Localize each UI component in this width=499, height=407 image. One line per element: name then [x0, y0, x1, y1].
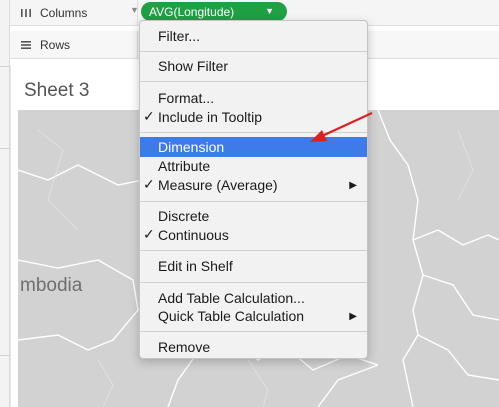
menu-item-label: Format... — [158, 90, 215, 106]
check-icon: ✓ — [143, 176, 155, 192]
columns-label: Columns — [40, 5, 88, 20]
menu-separator — [140, 132, 367, 133]
menu-item-discrete[interactable]: Discrete — [140, 206, 367, 226]
menu-separator — [140, 282, 367, 283]
menu-separator — [140, 51, 367, 52]
check-icon: ✓ — [143, 226, 155, 242]
menu-item-label: Add Table Calculation... — [158, 290, 305, 306]
menu-item-filter[interactable]: Filter... — [140, 26, 367, 46]
menu-item-format[interactable]: Format... — [140, 88, 367, 108]
rows-icon — [18, 40, 34, 50]
rows-label: Rows — [40, 37, 71, 52]
menu-item-edit-in-shelf[interactable]: Edit in Shelf — [140, 256, 367, 276]
sheet-title: Sheet 3 — [24, 80, 90, 101]
submenu-arrow-icon: ▶ — [349, 311, 357, 322]
shelf-divider — [137, 0, 138, 25]
menu-item-attribute[interactable]: Attribute — [140, 156, 367, 176]
menu-item-label: Edit in Shelf — [158, 258, 233, 274]
pill-dropdown-icon[interactable]: ▼ — [265, 6, 274, 16]
left-panel-divider — [0, 66, 10, 67]
menu-item-label: Measure (Average) — [158, 177, 278, 193]
menu-item-include-in-tooltip[interactable]: ✓ Include in Tooltip — [140, 107, 367, 127]
menu-item-quick-table-calculation[interactable]: Quick Table Calculation ▶ — [140, 306, 367, 326]
menu-item-continuous[interactable]: ✓ Continuous — [140, 225, 367, 245]
pill-label: AVG(Longitude) — [149, 4, 235, 19]
menu-item-label: Quick Table Calculation — [158, 308, 305, 324]
left-panel-divider — [0, 148, 10, 149]
shelf-divider — [137, 31, 138, 58]
menu-item-label: Show Filter — [158, 58, 229, 74]
left-panel-divider — [0, 355, 10, 356]
submenu-arrow-icon: ▶ — [349, 180, 357, 191]
columns-icon — [18, 8, 34, 18]
menu-item-show-filter[interactable]: Show Filter — [140, 56, 367, 76]
menu-item-label: Dimension — [158, 139, 225, 155]
menu-item-label: Filter... — [158, 28, 201, 44]
menu-item-dimension[interactable]: Dimension — [140, 137, 367, 157]
menu-separator — [140, 201, 367, 202]
menu-item-label: Discrete — [158, 208, 210, 224]
pill-context-menu: Filter... Show Filter Format... ✓ Includ… — [139, 20, 368, 359]
avg-longitude-pill[interactable]: AVG(Longitude) ▼ — [141, 2, 287, 21]
menu-separator — [140, 250, 367, 251]
columns-shelf-label: Columns — [18, 0, 87, 25]
menu-item-label: Include in Tooltip — [158, 109, 263, 125]
menu-item-label: Attribute — [158, 158, 211, 174]
menu-item-remove[interactable]: Remove — [140, 337, 367, 357]
check-icon: ✓ — [143, 108, 155, 124]
menu-item-label: Continuous — [158, 227, 229, 243]
menu-item-measure-average[interactable]: ✓ Measure (Average) ▶ — [140, 175, 367, 195]
menu-item-label: Remove — [158, 339, 211, 355]
rows-shelf-label: Rows — [18, 31, 70, 58]
menu-item-add-table-calculation[interactable]: Add Table Calculation... — [140, 288, 367, 308]
map-country-label: mbodia — [20, 275, 83, 296]
menu-separator — [140, 81, 367, 82]
menu-separator — [140, 331, 367, 332]
left-panel-strip — [0, 0, 10, 407]
